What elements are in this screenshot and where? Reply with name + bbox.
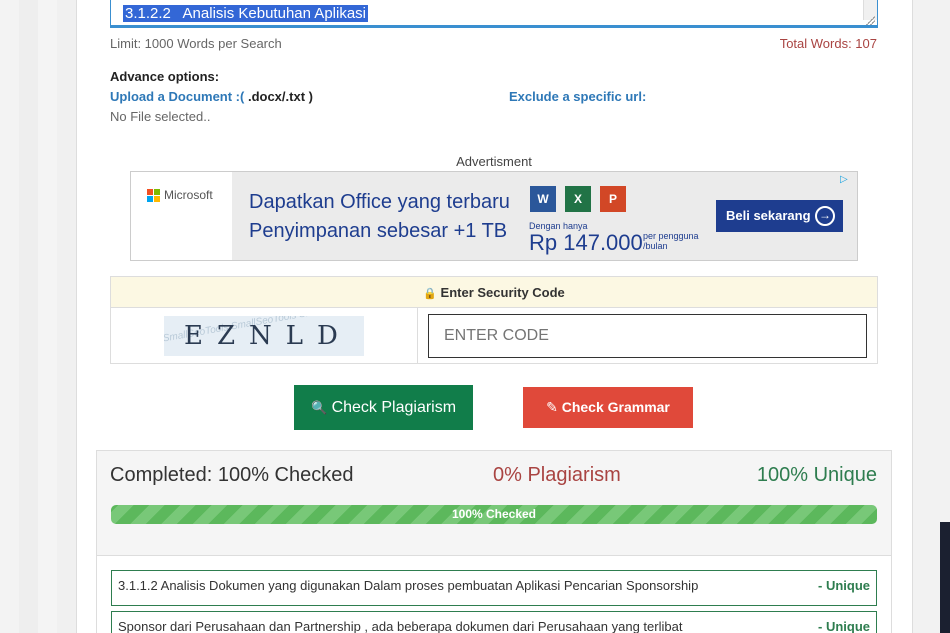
security-code-title: Enter Security Code [440, 285, 565, 300]
powerpoint-app-icon: P [600, 186, 626, 212]
upload-label[interactable]: Upload a Document :( [110, 89, 244, 104]
result-row[interactable]: Sponsor dari Perusahaan dan Partnership … [111, 611, 877, 633]
word-limit: Limit: 1000 Words per Search [110, 36, 282, 51]
ad-brand-name: Microsoft [164, 188, 213, 202]
background-edge [940, 522, 950, 633]
check-plagiarism-label: Check Plagiarism [331, 399, 457, 416]
result-row-text: 3.1.1.2 Analisis Dokumen yang digunakan … [118, 578, 699, 593]
check-grammar-button[interactable]: ✎ Check Grammar [523, 387, 693, 428]
captcha-code: EZNLD [184, 321, 352, 351]
result-row-tag: - Unique [818, 578, 870, 593]
result-row-text: Sponsor dari Perusahaan dan Partnership … [118, 619, 683, 633]
security-code-header: 🔒 Enter Security Code [111, 277, 877, 308]
plagiarism-percent: 0% Plagiarism [493, 464, 621, 486]
ad-price-unit-2: /bulan [643, 241, 668, 251]
captcha-image: SmallSeoTools SmallSeoTools SmallSeoTool… [164, 316, 364, 356]
upload-extensions: .docx/.txt ) [244, 89, 313, 104]
ad-buy-label: Beli sekarang [726, 208, 811, 223]
no-file-status: No File selected.. [110, 109, 211, 124]
ad-label: Advertisment [456, 154, 532, 169]
security-code-box: 🔒 Enter Security Code SmallSeoTools Smal… [110, 276, 878, 364]
progress-bar: 100% Checked [111, 505, 877, 524]
upload-document-link[interactable]: Upload a Document :( .docx/.txt ) [110, 89, 313, 104]
unique-percent: 100% Unique [756, 464, 877, 486]
ad-price-unit: per pengguna /bulan [643, 231, 699, 251]
excel-app-icon: X [565, 186, 591, 212]
captcha-cell: SmallSeoTools SmallSeoTools SmallSeoTool… [111, 308, 418, 364]
ad-content[interactable]: Dapatkan Office yang terbaru Penyimpanan… [232, 172, 857, 260]
lock-icon: 🔒 [423, 288, 437, 300]
advertisement-banner[interactable]: Microsoft Dapatkan Office yang terbaru P… [130, 171, 858, 261]
ad-headline-2: Penyimpanan sebesar +1 TB [249, 220, 508, 242]
ad-headline-1: Dapatkan Office yang terbaru [249, 191, 510, 213]
check-grammar-label: Check Grammar [561, 399, 670, 415]
resize-handle-icon[interactable] [865, 15, 875, 25]
word-app-icon: W [530, 186, 556, 212]
search-icon: 🔍 [310, 400, 328, 415]
result-row-tag: - Unique [818, 619, 870, 633]
ad-price-unit-1: per pengguna [643, 231, 699, 241]
security-code-input[interactable] [428, 314, 867, 358]
selected-text[interactable]: 3.1.2.2 Analisis Kebutuhan Aplikasi [123, 5, 368, 22]
result-row[interactable]: 3.1.1.2 Analisis Dokumen yang digunakan … [111, 570, 877, 606]
background-pattern [0, 0, 76, 633]
progress-fill: 100% Checked [111, 505, 877, 524]
ad-buy-button[interactable]: Beli sekarang → [716, 200, 843, 232]
advance-options-title: Advance options: [110, 69, 220, 84]
check-plagiarism-button[interactable]: 🔍 Check Plagiarism [294, 385, 473, 430]
pencil-icon: ✎ [546, 399, 558, 415]
adchoices-icon[interactable]: ▷ [840, 174, 854, 188]
microsoft-logo-icon [147, 189, 160, 202]
text-input-area[interactable]: 3.1.2.2 Analisis Kebutuhan Aplikasi [110, 0, 878, 28]
completed-status: Completed: 100% Checked [110, 464, 354, 486]
exclude-url-link[interactable]: Exclude a specific url: [509, 89, 646, 104]
total-words: Total Words: 107 [779, 36, 877, 51]
ad-price: Rp 147.000 [529, 230, 643, 255]
ad-brand-area: Microsoft [131, 172, 232, 260]
arrow-right-icon: → [815, 206, 835, 226]
textarea-focus-bar [111, 25, 877, 27]
